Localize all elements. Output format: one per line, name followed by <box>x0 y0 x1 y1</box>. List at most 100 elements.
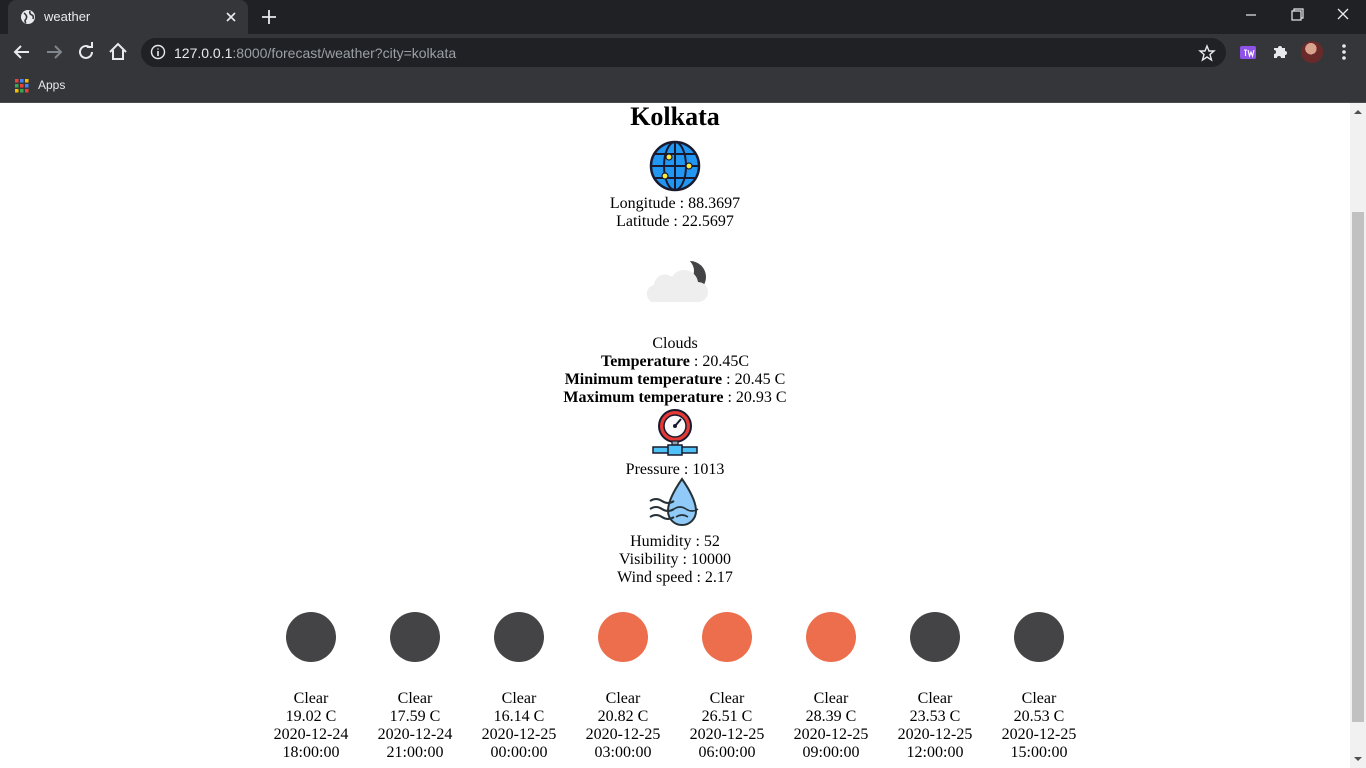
pressure-gauge-icon <box>652 409 698 456</box>
forecast-date: 2020-12-25 <box>585 726 661 743</box>
longitude-text: Longitude : 88.3697 <box>609 195 741 212</box>
back-icon[interactable] <box>10 40 34 64</box>
forecast-temp: 20.53 C <box>1013 708 1065 725</box>
forecast-temp: 28.39 C <box>805 708 857 725</box>
forecast-time: 09:00:00 <box>802 744 860 761</box>
scroll-down-arrow-icon[interactable] <box>1354 755 1362 763</box>
max-temperature-row: Maximum temperature : 20.93 C <box>0 389 1350 407</box>
min-temperature-value: : 20.45 C <box>722 371 786 388</box>
url-path: :8000/forecast/weather?city=kolkata <box>232 45 457 61</box>
forecast-card: Clear 26.51 C 2020-12-25 06:00:00 <box>675 612 779 761</box>
forecast-condition: Clear <box>605 690 641 707</box>
forecast-condition: Clear <box>397 690 433 707</box>
forecast-temp: 20.82 C <box>597 708 649 725</box>
vertical-scrollbar[interactable] <box>1350 103 1366 768</box>
tab-title: weather <box>44 9 91 24</box>
forecast-temp: 19.02 C <box>285 708 337 725</box>
info-icon[interactable] <box>150 44 166 60</box>
scroll-up-arrow-icon[interactable] <box>1354 108 1362 116</box>
city-title: Kolkata <box>630 103 720 131</box>
forecast-time: 21:00:00 <box>386 744 444 761</box>
latitude-text: Latitude : 22.5697 <box>616 213 734 230</box>
moon-icon <box>286 612 336 662</box>
menu-dots-icon[interactable] <box>1334 42 1354 62</box>
forecast-card: Clear 28.39 C 2020-12-25 09:00:00 <box>779 612 883 761</box>
forecast-temp: 23.53 C <box>909 708 961 725</box>
forecast-date: 2020-12-24 <box>273 726 349 743</box>
forecast-date: 2020-12-25 <box>481 726 557 743</box>
bookmarks-bar: Apps <box>0 70 1366 103</box>
moon-icon <box>910 612 960 662</box>
forecast-condition: Clear <box>293 690 329 707</box>
temperature-label: Temperature <box>601 353 690 370</box>
forecast-condition: Clear <box>501 690 537 707</box>
forecast-time: 12:00:00 <box>906 744 964 761</box>
apps-bookmark[interactable]: Apps <box>38 78 65 92</box>
temperature-value: : 20.45C <box>689 353 749 370</box>
visibility-text: Visibility : 10000 <box>619 551 731 568</box>
sun-icon <box>598 612 648 662</box>
globe-icon <box>21 10 35 24</box>
forecast-card: Clear 20.82 C 2020-12-25 03:00:00 <box>571 612 675 761</box>
min-temperature-row: Minimum temperature : 20.45 C <box>0 371 1350 389</box>
forecast-date: 2020-12-25 <box>793 726 869 743</box>
url-text[interactable]: 127.0.0.1:8000/forecast/weather?city=kol… <box>174 45 456 61</box>
forecast-date: 2020-12-24 <box>377 726 453 743</box>
minimize-icon[interactable] <box>1228 0 1274 30</box>
forecast-date: 2020-12-25 <box>897 726 973 743</box>
forecast-time: 15:00:00 <box>1010 744 1068 761</box>
forecast-temp: 16.14 C <box>493 708 545 725</box>
humidity-drop-icon <box>649 477 699 526</box>
close-window-icon[interactable] <box>1320 0 1366 30</box>
forecast-card: Clear 17.59 C 2020-12-24 21:00:00 <box>363 612 467 761</box>
forecast-date: 2020-12-25 <box>689 726 765 743</box>
cloud-moon-icon <box>646 257 708 302</box>
globe-icon <box>649 140 701 192</box>
forecast-temp: 26.51 C <box>701 708 753 725</box>
browser-toolbar: 127.0.0.1:8000/forecast/weather?city=kol… <box>0 34 1366 70</box>
forecast-condition: Clear <box>917 690 953 707</box>
restore-icon[interactable] <box>1274 0 1320 30</box>
wind-speed-text: Wind speed : 2.17 <box>617 569 733 586</box>
min-temperature-label: Minimum temperature <box>564 371 723 388</box>
scrollbar-thumb[interactable] <box>1352 212 1364 722</box>
forecast-time: 06:00:00 <box>698 744 756 761</box>
temperature-row: Temperature : 20.45C <box>0 353 1350 371</box>
sun-icon <box>702 612 752 662</box>
profile-avatar[interactable] <box>1301 41 1323 63</box>
forecast-date: 2020-12-25 <box>1001 726 1077 743</box>
url-host: 127.0.0.1 <box>174 45 233 61</box>
sun-icon <box>806 612 856 662</box>
new-tab-icon[interactable] <box>259 7 279 27</box>
reload-icon[interactable] <box>74 40 98 64</box>
apps-grid-icon[interactable] <box>15 79 29 93</box>
forecast-condition: Clear <box>709 690 745 707</box>
weather-condition: Clouds <box>652 335 698 352</box>
page-content: Kolkata Longitude : 88.3697 Latitude : 2… <box>0 103 1350 768</box>
forecast-card: Clear 20.53 C 2020-12-25 15:00:00 <box>987 612 1091 761</box>
moon-icon <box>390 612 440 662</box>
forecast-card: Clear 19.02 C 2020-12-24 18:00:00 <box>259 612 363 761</box>
forecast-condition: Clear <box>1021 690 1057 707</box>
forecast-time: 18:00:00 <box>282 744 340 761</box>
moon-icon <box>494 612 544 662</box>
forecast-time: 03:00:00 <box>594 744 652 761</box>
forecast-time: 00:00:00 <box>490 744 548 761</box>
humidity-text: Humidity : 52 <box>630 533 720 550</box>
forecast-condition: Clear <box>813 690 849 707</box>
browser-tab[interactable]: weather <box>8 0 248 34</box>
forward-icon[interactable] <box>42 40 66 64</box>
forecast-card: Clear 16.14 C 2020-12-25 00:00:00 <box>467 612 571 761</box>
puzzle-icon[interactable] <box>1270 42 1290 62</box>
home-icon[interactable] <box>106 40 130 64</box>
max-temperature-label: Maximum temperature <box>563 389 724 406</box>
extension-icon[interactable] <box>1238 42 1258 62</box>
tab-strip: weather <box>0 0 1366 34</box>
forecast-temp: 17.59 C <box>389 708 441 725</box>
max-temperature-value: : 20.93 C <box>723 389 787 406</box>
bookmark-star-icon[interactable] <box>1198 44 1216 62</box>
forecast-card: Clear 23.53 C 2020-12-25 12:00:00 <box>883 612 987 761</box>
moon-icon <box>1014 612 1064 662</box>
close-tab-icon[interactable] <box>222 8 240 26</box>
address-bar[interactable]: 127.0.0.1:8000/forecast/weather?city=kol… <box>141 38 1226 67</box>
